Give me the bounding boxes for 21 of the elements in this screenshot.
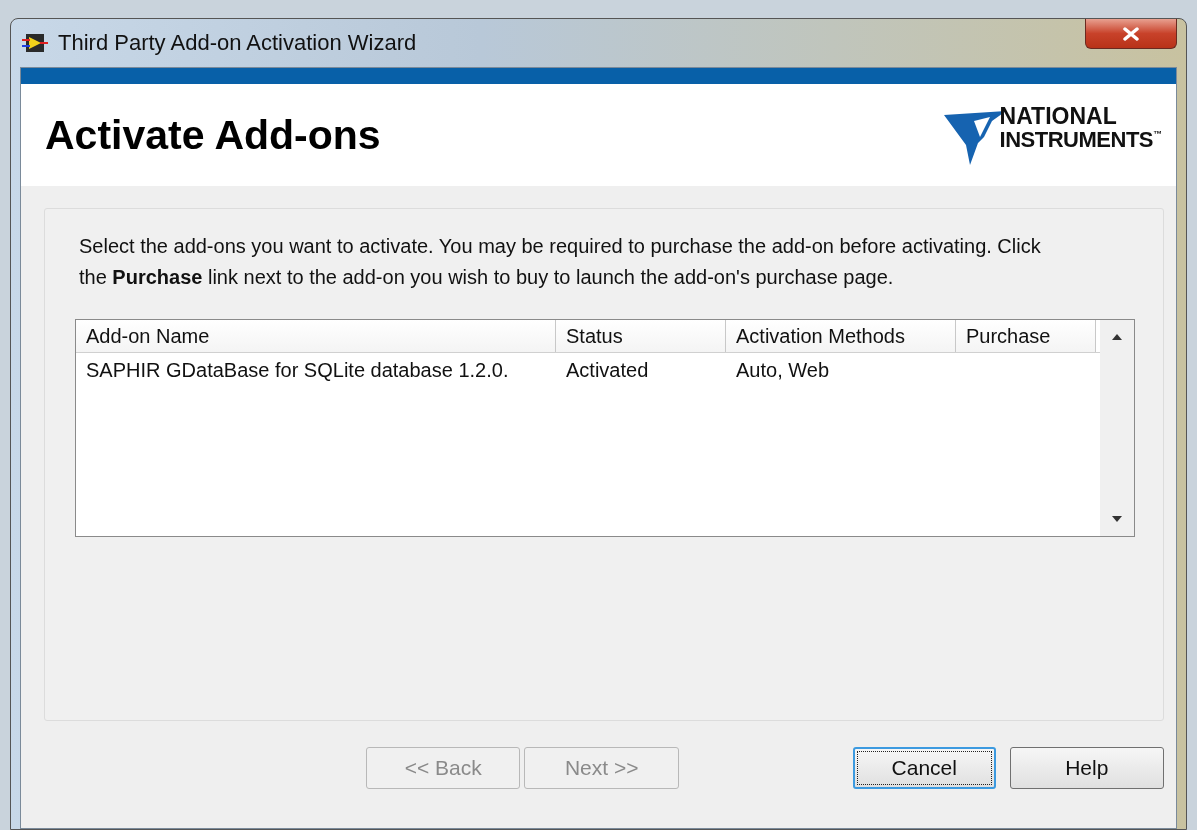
scrollbar[interactable] [1100, 320, 1134, 536]
close-button[interactable] [1085, 19, 1177, 49]
window-title: Third Party Add-on Activation Wizard [58, 30, 417, 56]
table-cell-text: SAPHIR GDataBase for SQLite database 1.2.0. [85, 358, 510, 382]
logo-text: NATIONAL [999, 105, 1117, 128]
close-icon [1122, 26, 1140, 41]
column-header[interactable]: Status [556, 320, 726, 352]
dialog-button[interactable]: Help [1009, 747, 1164, 789]
column-header[interactable]: Activation Methods [726, 320, 956, 352]
trademark-mark: ™ [1153, 128, 1162, 140]
column-header[interactable]: Purchase [956, 320, 1096, 352]
table-cell-text: Activated [565, 358, 650, 382]
page-title: Activate Add-ons [45, 111, 381, 159]
dialog-button[interactable]: Cancel [852, 747, 996, 789]
column-header[interactable]: Add-on Name [76, 320, 556, 352]
logo-text: INSTRUMENTS [999, 128, 1153, 151]
table-cell-text: Auto, Web [735, 358, 831, 382]
app-icon [22, 32, 48, 54]
scroll-up-icon[interactable] [1112, 334, 1122, 340]
scroll-down-icon[interactable] [1112, 516, 1122, 522]
instructions-text: Select the add-ons you want to activate. You may be required to purchase the add-on before activating. Click the Purchase link next to the add-on you wish to buy to launch the add-on's purchase page. [79, 234, 1042, 290]
